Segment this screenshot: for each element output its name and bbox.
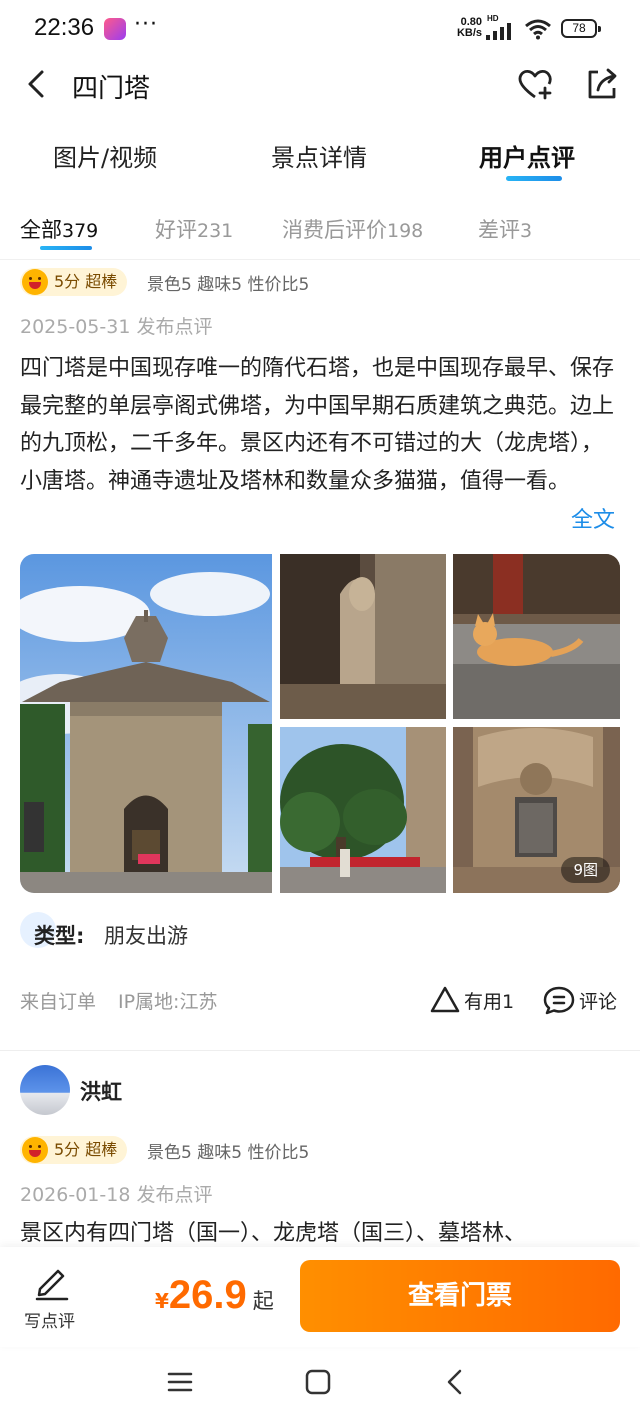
filter-count: 379 <box>62 220 99 242</box>
share-button[interactable] <box>582 64 622 104</box>
score-badge: 5分 超棒 <box>20 268 128 296</box>
status-time: 22:36 <box>34 14 95 41</box>
review-divider <box>0 1050 640 1051</box>
username[interactable]: 洪虹 <box>80 1076 122 1106</box>
app-notification-icon <box>104 18 126 40</box>
photo-count-badge: 9图 <box>561 857 610 883</box>
write-review-button[interactable]: 写点评 <box>20 1261 84 1332</box>
review-photo-grid: 9图 <box>20 554 620 893</box>
heart-plus-icon <box>518 69 552 100</box>
photo-pine-tree[interactable] <box>280 727 446 893</box>
full-text-link[interactable]: 全文 <box>571 502 615 534</box>
home-square-icon[interactable] <box>303 1367 333 1397</box>
share-icon <box>588 68 617 99</box>
filter-count: 198 <box>387 220 424 242</box>
filter-positive[interactable]: 好评231 <box>155 214 233 244</box>
useful-count: 有用1 <box>464 991 515 1013</box>
comment-label: 评论 <box>579 991 618 1013</box>
price-suffix: 起 <box>252 1289 274 1313</box>
photo-cat[interactable] <box>453 554 620 719</box>
filter-count: 3 <box>520 220 533 242</box>
status-bar: 22:36 ··· 0.80 KB/s HD 78 <box>0 0 640 56</box>
price-value: 26.9 <box>168 1273 247 1317</box>
sub-scores: 景色5 趣味5 性价比5 <box>147 1143 310 1163</box>
tab-attraction-details[interactable]: 景点详情 <box>271 138 367 173</box>
wifi-icon <box>525 19 551 40</box>
back-triangle-icon[interactable] <box>441 1367 471 1397</box>
network-speed-unit: KB/s <box>456 27 482 39</box>
view-tickets-button[interactable]: 查看门票 <box>300 1260 620 1332</box>
write-review-label: 写点评 <box>24 1312 75 1332</box>
photo-stone-carving[interactable]: 9图 <box>453 727 620 893</box>
bottom-action-bar: 写点评 ¥26.9 起 查看门票 <box>0 1247 640 1347</box>
thumb-triangle-icon <box>430 986 460 1013</box>
review-source: 来自订单 <box>20 991 97 1013</box>
more-notifications-icon: ··· <box>134 12 158 37</box>
laughing-emoji-icon <box>22 1137 48 1163</box>
filter-label: 差评 <box>478 218 520 242</box>
favorite-button[interactable] <box>515 64 555 104</box>
pencil-icon <box>35 1269 69 1301</box>
active-filter-indicator <box>40 246 92 250</box>
page-title: 四门塔 <box>72 74 151 104</box>
currency-symbol: ¥ <box>155 1289 169 1313</box>
photo-buddha-statue[interactable] <box>280 554 446 719</box>
photo-pagoda[interactable] <box>20 554 272 893</box>
system-nav-bar <box>0 1347 640 1422</box>
score-text: 5分 超棒 <box>54 272 118 291</box>
tab-user-reviews[interactable]: 用户点评 <box>479 138 575 173</box>
review-text[interactable]: 四门塔是中国现存唯一的隋代石塔，也是中国现存最早、保存最完整的单层亭阁式佛塔，为… <box>20 350 620 500</box>
comment-bubble-icon <box>543 986 575 1015</box>
score-text: 5分 超棒 <box>54 1140 118 1159</box>
review-text[interactable]: 景区内有四门塔（国一）、龙虎塔（国三）、墓塔林、 <box>20 1218 620 1250</box>
back-button[interactable] <box>18 64 58 104</box>
menu-icon[interactable] <box>165 1367 195 1397</box>
price-display: ¥26.9 起 <box>155 1273 274 1323</box>
chevron-left-icon <box>28 70 44 98</box>
filter-post-purchase[interactable]: 消费后评价198 <box>282 214 423 244</box>
filter-label: 消费后评价 <box>282 218 387 242</box>
active-tab-indicator <box>506 176 562 181</box>
filter-all[interactable]: 全部379 <box>20 214 98 244</box>
tab-photos-videos[interactable]: 图片/视频 <box>53 138 157 173</box>
battery-indicator: 78 <box>561 19 601 38</box>
review-date: 2025-05-31 发布点评 <box>20 316 213 338</box>
score-badge: 5分 超棒 <box>20 1136 128 1164</box>
review-meta: 来自订单 IP属地:江苏 有用1 评论 <box>20 984 620 1016</box>
sub-scores: 景色5 趣味5 性价比5 <box>147 275 310 295</box>
cellular-signal-icon <box>486 23 511 40</box>
laughing-emoji-icon <box>22 269 48 295</box>
ip-location: IP属地:江苏 <box>118 991 218 1013</box>
review-date: 2026-01-18 发布点评 <box>20 1184 213 1206</box>
main-tabs: 图片/视频 景点详情 用户点评 <box>0 130 640 190</box>
filter-negative[interactable]: 差评3 <box>478 214 532 244</box>
filter-label: 全部 <box>20 218 62 242</box>
avatar[interactable] <box>20 1065 70 1115</box>
trip-type-value: 朋友出游 <box>104 924 188 948</box>
network-speed: 0.80 KB/s <box>452 17 482 39</box>
top-header: 四门塔 <box>0 56 640 116</box>
review-filter-tabs: 全部379 好评231 消费后评价198 差评3 <box>0 204 640 260</box>
trip-type-label: 类型: <box>34 924 85 948</box>
filter-label: 好评 <box>155 218 197 242</box>
filter-count: 231 <box>197 220 234 242</box>
